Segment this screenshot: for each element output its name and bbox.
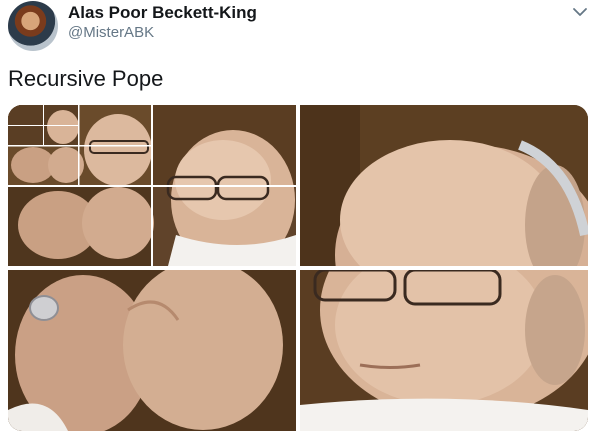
display-name[interactable]: Alas Poor Beckett-King: [68, 3, 257, 23]
photo-face-eyes-closed[interactable]: [300, 270, 588, 431]
user-handle[interactable]: @MisterABK: [68, 24, 154, 41]
chevron-down-icon[interactable]: [572, 6, 588, 18]
photo-face-closeup[interactable]: [300, 105, 588, 266]
avatar[interactable]: [8, 1, 58, 51]
media-grid: [8, 105, 588, 431]
photo-hands-ring[interactable]: [8, 270, 296, 431]
photo-recursive-grid[interactable]: [8, 105, 296, 266]
tweet-text: Recursive Pope: [8, 66, 164, 91]
